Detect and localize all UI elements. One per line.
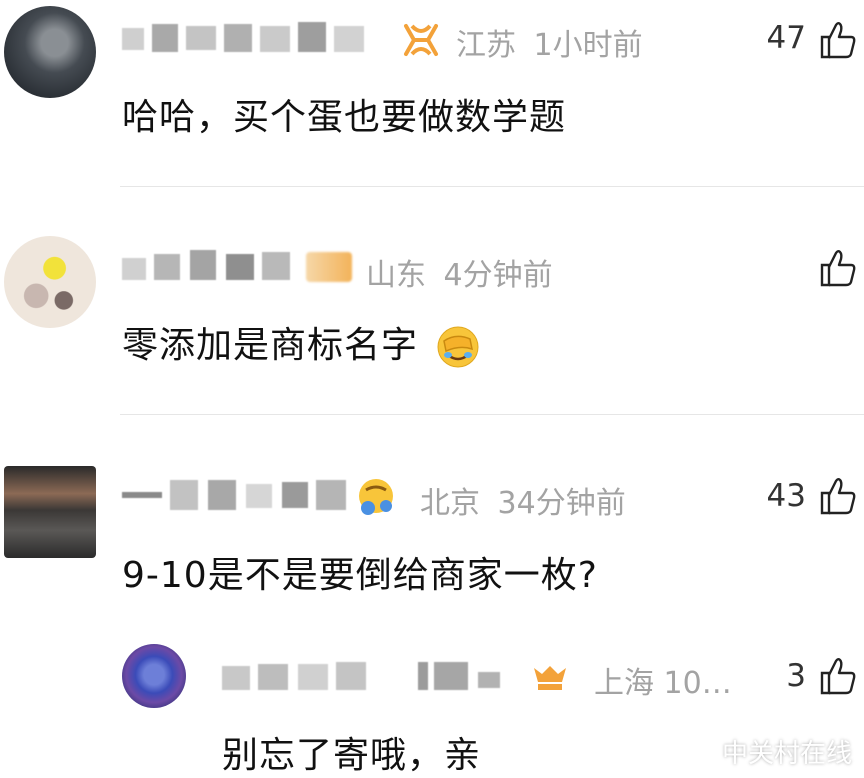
time-label: 4分钟前 bbox=[443, 258, 553, 293]
member-badge-icon bbox=[404, 24, 438, 56]
thumbs-up-icon[interactable] bbox=[818, 248, 858, 288]
comment-meta: 北京 34分钟前 bbox=[420, 478, 626, 522]
username-blurred[interactable] bbox=[122, 478, 352, 512]
avatar[interactable] bbox=[4, 6, 96, 98]
comment-text-content: 零添加是商标名字 bbox=[122, 325, 419, 366]
location-label: 北京 bbox=[420, 486, 480, 521]
comment-text: 哈哈，买个蛋也要做数学题 bbox=[122, 97, 567, 138]
username-blurred[interactable] bbox=[222, 660, 522, 694]
location-label: 山东 bbox=[366, 258, 426, 293]
thumbs-up-icon[interactable] bbox=[818, 656, 858, 696]
reply-meta: 上海 10… bbox=[594, 666, 732, 701]
thumbs-up-icon[interactable] bbox=[818, 476, 858, 516]
like-count: 3 bbox=[786, 658, 806, 694]
comment-text: 零添加是商标名字 bbox=[122, 316, 480, 369]
comment-meta: 江苏 1小时前 bbox=[456, 20, 643, 64]
avatar[interactable] bbox=[4, 466, 96, 558]
comment-text: 9-10是不是要倒给商家一枚? bbox=[122, 555, 598, 596]
avatar[interactable] bbox=[122, 644, 186, 708]
username-blurred[interactable] bbox=[122, 250, 302, 284]
reply-text: 别忘了寄哦，亲 bbox=[222, 735, 482, 776]
member-badge-icon bbox=[306, 252, 352, 282]
facepalm-emoji-icon bbox=[437, 326, 479, 368]
avatar[interactable] bbox=[4, 236, 96, 328]
time-label: 34分钟前 bbox=[497, 486, 626, 521]
member-badge-icon bbox=[534, 666, 566, 690]
location-label: 江苏 bbox=[456, 28, 516, 63]
time-label: 1小时前 bbox=[533, 28, 643, 63]
username-blurred[interactable] bbox=[122, 22, 392, 56]
comment-meta: 山东 4分钟前 bbox=[366, 250, 553, 294]
thumbs-up-icon[interactable] bbox=[818, 20, 858, 60]
watermark: 中关村在线 bbox=[722, 733, 852, 770]
divider bbox=[120, 186, 864, 187]
like-count: 47 bbox=[766, 20, 806, 56]
divider bbox=[120, 414, 864, 415]
like-count: 43 bbox=[766, 478, 806, 514]
member-badge-icon bbox=[359, 479, 393, 515]
watermark-text: 中关村在线 bbox=[721, 739, 852, 769]
